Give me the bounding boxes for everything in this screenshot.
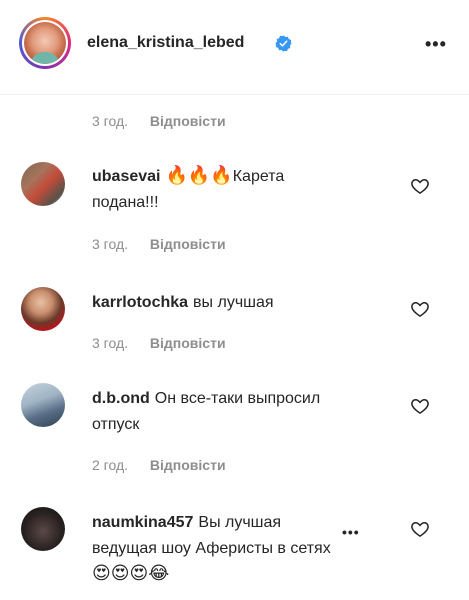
- like-heart-icon[interactable]: [410, 176, 430, 196]
- reply-button[interactable]: Відповісти: [150, 236, 226, 252]
- commenter-avatar[interactable]: [21, 162, 65, 206]
- reply-button[interactable]: Відповісти: [150, 335, 226, 351]
- comment-text: karrlotochka вы лучшая: [92, 290, 392, 316]
- comment-text: d.b.ond Он все-таки выпросил отпуск: [92, 386, 392, 438]
- comment-body-line2: ведущая шоу Аферисты в сетях: [92, 540, 331, 557]
- more-options-icon[interactable]: •••: [425, 34, 447, 55]
- author-avatar[interactable]: [19, 17, 71, 69]
- post-header: elena_kristina_lebed •••: [0, 0, 469, 95]
- comment-body-line2: подана!!!: [92, 194, 159, 211]
- like-heart-icon[interactable]: [410, 299, 430, 319]
- comment-meta: 2 год. Відповісти: [92, 457, 226, 473]
- commenter-avatar[interactable]: [21, 287, 65, 331]
- reply-button[interactable]: Відповісти: [150, 113, 226, 129]
- commenter-username[interactable]: karrlotochka: [92, 294, 188, 311]
- comment-body-line2: отпуск: [92, 416, 140, 433]
- comment-time: 3 год.: [92, 236, 129, 252]
- comment-body-line1: Вы лучшая: [198, 514, 282, 531]
- verified-badge-icon: [275, 35, 292, 52]
- comment-text: naumkina457 Вы лучшая ведущая шоу Аферист…: [92, 510, 382, 588]
- comment-time: 2 год.: [92, 457, 129, 473]
- comment-meta: 3 год. Відповісти: [92, 236, 226, 252]
- commenter-username[interactable]: d.b.ond: [92, 390, 150, 407]
- comment-time: 3 год.: [92, 335, 129, 351]
- reply-button[interactable]: Відповісти: [150, 457, 226, 473]
- emoji-reaction-line: 😍😍😍😂: [92, 563, 170, 583]
- commenter-avatar[interactable]: [21, 507, 65, 551]
- comment-options-icon[interactable]: •••: [342, 524, 360, 540]
- comment-time: 3 год.: [92, 113, 129, 129]
- commenter-username[interactable]: ubasevai: [92, 168, 160, 185]
- like-heart-icon[interactable]: [410, 396, 430, 416]
- like-heart-icon[interactable]: [410, 519, 430, 539]
- commenter-username[interactable]: naumkina457: [92, 514, 193, 531]
- comment-body-line1: Карета: [232, 168, 285, 185]
- author-username[interactable]: elena_kristina_lebed: [87, 34, 244, 52]
- commenter-avatar[interactable]: [21, 383, 65, 427]
- comment-body-line1: Он все-таки выпросил: [154, 390, 321, 407]
- comment-meta: 3 год. Відповісти: [92, 335, 226, 351]
- fire-emoji: 🔥🔥🔥: [165, 165, 233, 185]
- comment-text: ubasevai 🔥🔥🔥Карета подана!!!: [92, 164, 392, 216]
- comment-body: вы лучшая: [193, 294, 274, 311]
- comment-meta-previous: 3 год. Відповісти: [92, 113, 226, 129]
